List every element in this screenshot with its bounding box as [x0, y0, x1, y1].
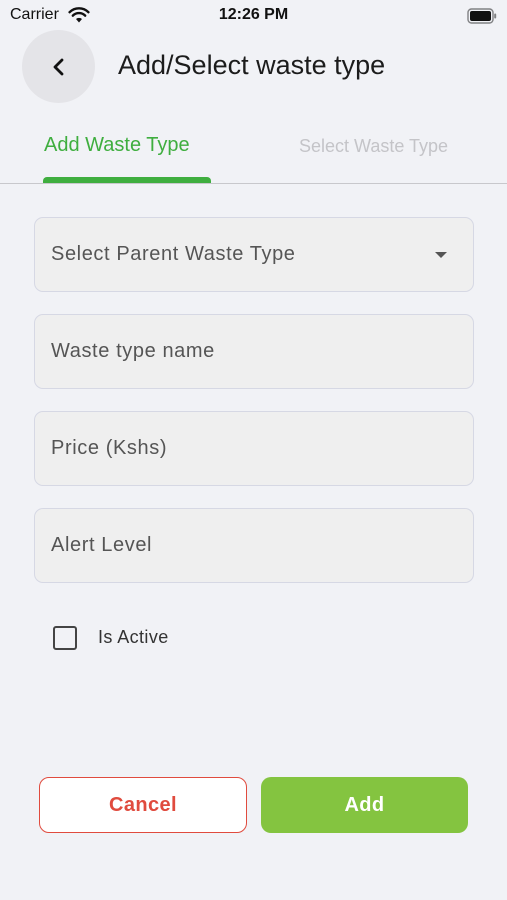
status-bar: Carrier 12:26 PM	[0, 0, 507, 32]
parent-waste-type-placeholder: Select Parent Waste Type	[51, 243, 296, 265]
is-active-checkbox[interactable]	[53, 626, 77, 650]
tab-select-waste-type[interactable]: Select Waste Type	[299, 136, 448, 157]
tab-bar: Add Waste Type Select Waste Type	[0, 120, 507, 184]
add-button[interactable]: Add	[261, 777, 468, 833]
battery-icon	[467, 8, 497, 24]
alert-level-input[interactable]: Alert Level	[34, 508, 474, 583]
price-placeholder: Price (Kshs)	[51, 437, 168, 459]
waste-type-name-placeholder: Waste type name	[51, 340, 215, 362]
chevron-left-icon	[53, 58, 63, 75]
tab-add-waste-type[interactable]: Add Waste Type	[44, 134, 190, 157]
waste-type-name-input[interactable]: Waste type name	[34, 314, 474, 389]
tab-divider	[0, 183, 507, 184]
back-button[interactable]	[22, 30, 95, 103]
cancel-button[interactable]: Cancel	[39, 777, 247, 833]
price-input[interactable]: Price (Kshs)	[34, 411, 474, 486]
page-title: Add/Select waste type	[118, 50, 386, 80]
is-active-label: Is Active	[98, 627, 169, 647]
dropdown-arrow-icon	[435, 252, 447, 258]
alert-level-placeholder: Alert Level	[51, 534, 153, 556]
status-clock: 12:26 PM	[218, 6, 289, 23]
parent-waste-type-select[interactable]: Select Parent Waste Type	[34, 217, 474, 292]
